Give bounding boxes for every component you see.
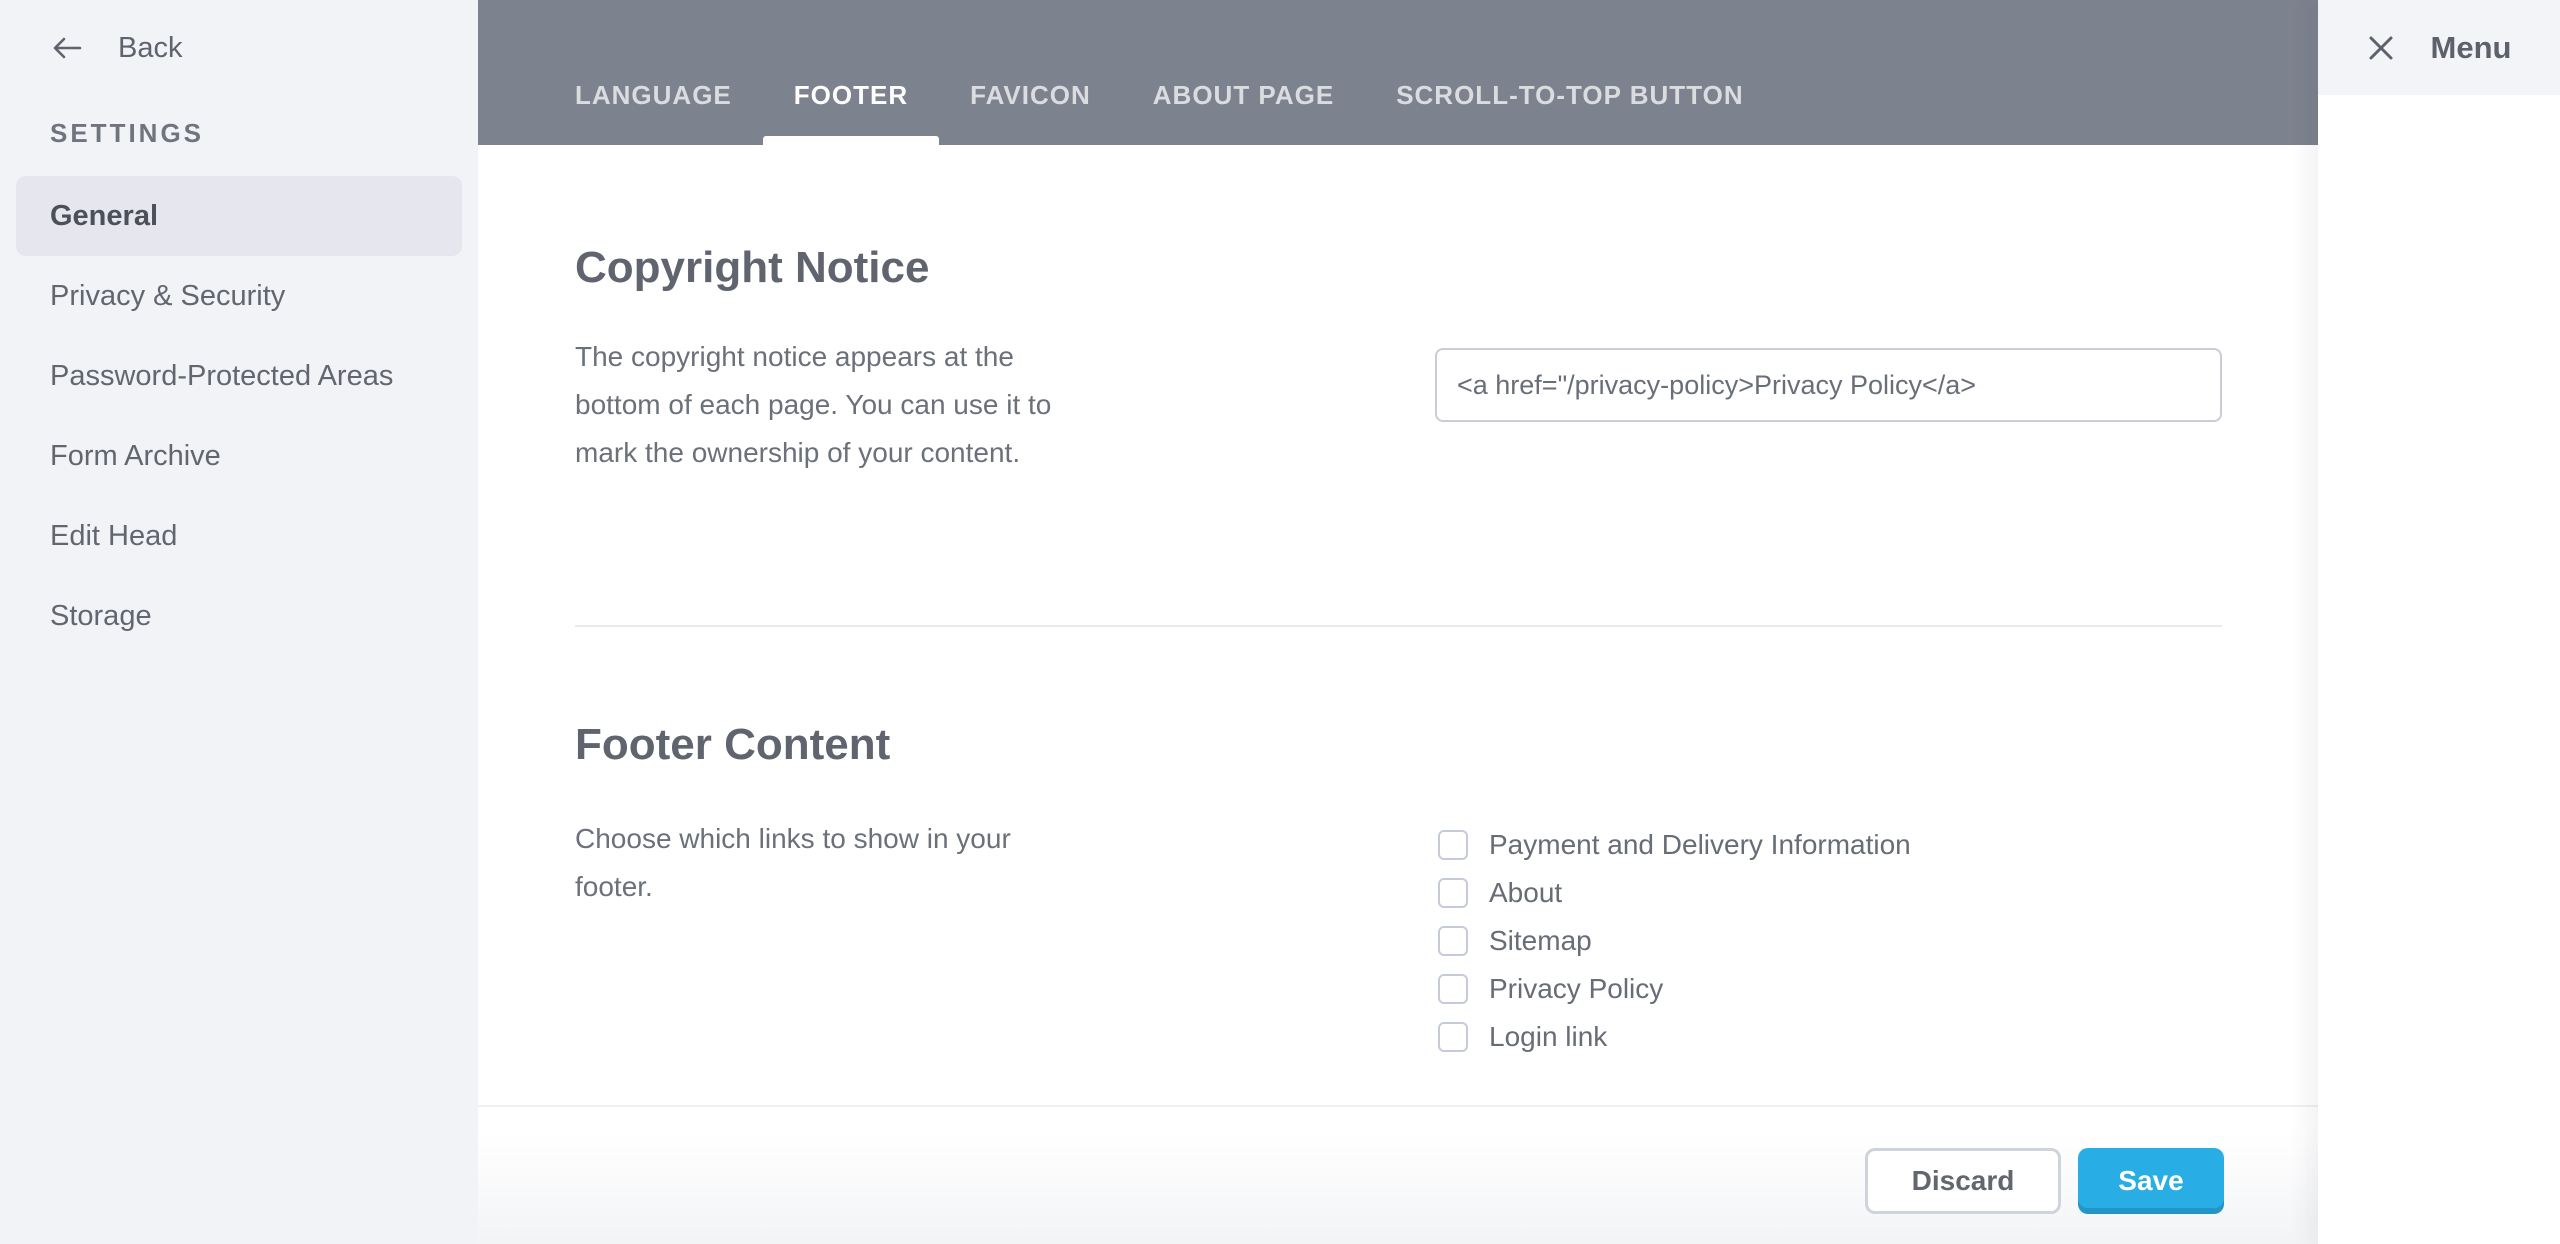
back-button[interactable]: Back (50, 24, 182, 72)
checkbox-label: Login link (1489, 1021, 1607, 1053)
save-button[interactable]: Save (2078, 1148, 2224, 1214)
menu-close-button[interactable]: Menu (2318, 0, 2560, 95)
checkbox-row-sitemap[interactable]: Sitemap (1438, 917, 1911, 965)
sidebar-section-title: SETTINGS (50, 118, 204, 149)
login-link-checkbox[interactable] (1438, 1022, 1468, 1052)
tab-favicon-label: FAVICON (970, 80, 1091, 110)
payment-delivery-checkbox[interactable] (1438, 830, 1468, 860)
tab-about-page[interactable]: ABOUT PAGE (1122, 80, 1365, 145)
menu-panel: Menu (2318, 0, 2560, 1244)
settings-page: Back SETTINGS General Privacy & Security… (0, 0, 2560, 1244)
tab-scroll-to-top-button-label: SCROLL-TO-TOP BUTTON (1396, 80, 1743, 110)
checkbox-label: About (1489, 877, 1562, 909)
back-arrow-icon (50, 31, 84, 65)
tab-scroll-to-top-button[interactable]: SCROLL-TO-TOP BUTTON (1365, 80, 1774, 145)
main-content: Copyright Notice The copyright notice ap… (478, 145, 2318, 1105)
checkbox-row-login-link[interactable]: Login link (1438, 1013, 1911, 1061)
tab-language-label: LANGUAGE (575, 80, 732, 110)
sidebar-nav: General Privacy & Security Password-Prot… (0, 176, 478, 656)
menu-label: Menu (2431, 30, 2512, 66)
checkbox-row-privacy-policy[interactable]: Privacy Policy (1438, 965, 1911, 1013)
footer-content-description: Choose which links to show in your foote… (575, 815, 1055, 911)
action-bar: Discard Save (478, 1105, 2318, 1244)
sidebar-item-storage[interactable]: Storage (16, 576, 462, 656)
footer-links-checklist: Payment and Delivery Information About S… (1438, 821, 1911, 1061)
discard-button[interactable]: Discard (1865, 1148, 2061, 1214)
checkbox-label: Privacy Policy (1489, 973, 1663, 1005)
tab-footer[interactable]: FOOTER (763, 80, 939, 145)
privacy-policy-checkbox[interactable] (1438, 974, 1468, 1004)
copyright-notice-title: Copyright Notice (575, 243, 929, 293)
about-checkbox[interactable] (1438, 878, 1468, 908)
back-label: Back (118, 32, 182, 65)
active-tab-indicator (763, 136, 939, 145)
copyright-notice-input[interactable] (1435, 348, 2222, 422)
close-icon (2367, 34, 2395, 62)
settings-tab-bar: LANGUAGE FOOTER FAVICON ABOUT PAGE SCROL… (478, 0, 2318, 145)
footer-content-title: Footer Content (575, 720, 890, 770)
sidebar-item-privacy-security[interactable]: Privacy & Security (16, 256, 462, 336)
checkbox-row-payment-delivery[interactable]: Payment and Delivery Information (1438, 821, 1911, 869)
sitemap-checkbox[interactable] (1438, 926, 1468, 956)
checkbox-row-about[interactable]: About (1438, 869, 1911, 917)
sidebar-item-edit-head[interactable]: Edit Head (16, 496, 462, 576)
tab-favicon[interactable]: FAVICON (939, 80, 1122, 145)
copyright-notice-description: The copyright notice appears at the bott… (575, 333, 1055, 477)
tab-footer-label: FOOTER (794, 80, 908, 110)
tab-about-page-label: ABOUT PAGE (1153, 80, 1334, 110)
tab-language[interactable]: LANGUAGE (544, 80, 763, 145)
sidebar-item-form-archive[interactable]: Form Archive (16, 416, 462, 496)
section-divider (575, 625, 2222, 627)
sidebar-item-general[interactable]: General (16, 176, 462, 256)
checkbox-label: Payment and Delivery Information (1489, 829, 1911, 861)
sidebar-item-password-protected-areas[interactable]: Password-Protected Areas (16, 336, 462, 416)
checkbox-label: Sitemap (1489, 925, 1592, 957)
settings-sidebar: Back SETTINGS General Privacy & Security… (0, 0, 478, 1244)
